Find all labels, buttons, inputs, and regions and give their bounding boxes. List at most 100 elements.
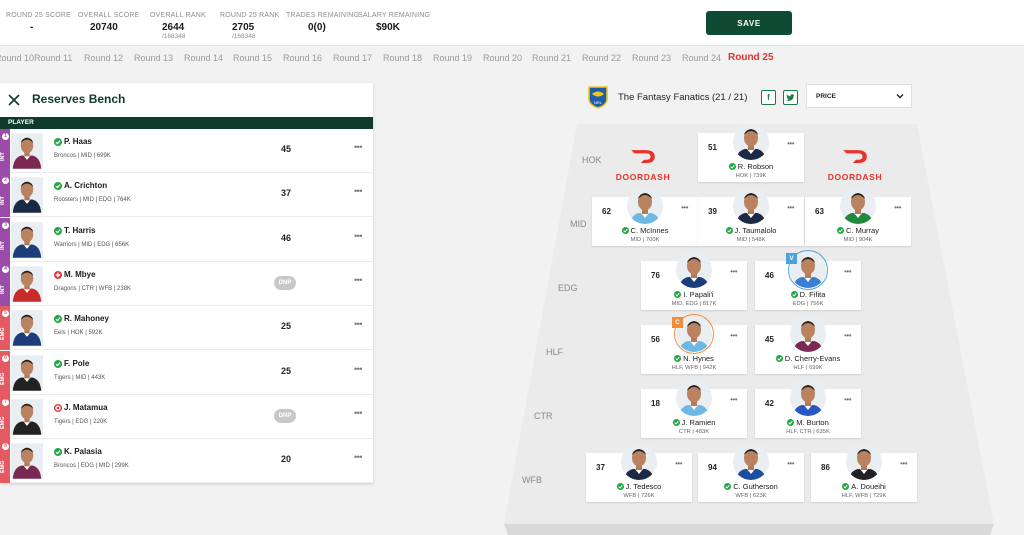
position-label: WFB (522, 475, 542, 485)
more-options-icon[interactable]: ••• (730, 267, 737, 276)
player-name-row: A. Doueihi (811, 482, 917, 491)
player-photo-image (11, 443, 43, 479)
check-circle-icon (672, 419, 680, 426)
more-options-icon[interactable]: ••• (354, 231, 362, 241)
more-options-icon[interactable]: ••• (844, 267, 851, 276)
round-tab[interactable]: Round 24 (682, 53, 721, 63)
more-options-icon[interactable]: ••• (787, 139, 794, 148)
round-tab[interactable]: Round 12 (84, 53, 123, 63)
player-name[interactable]: K. Palasia (64, 447, 102, 456)
stat-sub: /168348 (232, 33, 256, 40)
more-options-icon[interactable]: ••• (730, 395, 737, 404)
round-tab[interactable]: Round 18 (383, 53, 422, 63)
more-options-icon[interactable]: ••• (354, 186, 362, 196)
more-options-icon[interactable]: ••• (354, 142, 362, 152)
more-options-icon[interactable]: ••• (730, 331, 737, 340)
player-name-row: D. Cherry-Evans (755, 354, 861, 363)
twitter-share-button[interactable] (783, 90, 798, 105)
more-options-icon[interactable]: ••• (354, 364, 362, 374)
round-tab[interactable]: Round 19 (433, 53, 472, 63)
more-options-icon[interactable]: ••• (787, 459, 794, 468)
player-name[interactable]: C. Murray (846, 226, 879, 235)
player-name[interactable]: J. Matamua (64, 403, 108, 412)
player-name-row: C. Gutherson (698, 482, 804, 491)
round-tab[interactable]: Round 17 (333, 53, 372, 63)
round-tab[interactable]: Round 16 (283, 53, 322, 63)
stat-label: ROUND 25 SCORE (6, 12, 72, 19)
more-options-icon[interactable]: ••• (787, 203, 794, 212)
player-name[interactable]: J. Tedesco (626, 482, 662, 491)
player-photo (11, 308, 43, 348)
more-options-icon[interactable]: ••• (900, 459, 907, 468)
player-name[interactable]: P. Haas (64, 137, 92, 146)
round-tab[interactable]: Round 14 (184, 53, 223, 63)
slot-number: 7 (2, 398, 9, 406)
sort-select[interactable]: PRICE (806, 84, 912, 108)
player-name[interactable]: J. Ramien (682, 418, 716, 427)
more-options-icon[interactable]: ••• (354, 319, 362, 329)
round-tab[interactable]: Round 23 (632, 53, 671, 63)
round-tab[interactable]: Round 22 (582, 53, 621, 63)
more-options-icon[interactable]: ••• (894, 203, 901, 212)
player-name[interactable]: M. Mbye (64, 270, 96, 279)
round-tab[interactable]: Round 20 (483, 53, 522, 63)
bench-row[interactable]: 4 INT M. Mbye Dragons | CTR | WFB | 238K DNP… (0, 261, 373, 306)
player-score: 37 (596, 463, 605, 472)
round-tab[interactable]: Round 13 (134, 53, 173, 63)
more-options-icon[interactable]: ••• (354, 275, 362, 285)
bench-row[interactable]: 5 EMG R. Mahoney Eels | HOK | 592K 25 ••• (0, 306, 373, 351)
player-name[interactable]: F. Pole (64, 359, 89, 368)
player-name[interactable]: M. Burton (796, 418, 829, 427)
bench-row[interactable]: 2 INT A. Crichton Roosters | MID | EDG | 76… (0, 173, 373, 218)
player-name[interactable]: N. Hynes (683, 354, 714, 363)
check-circle-icon (725, 227, 733, 234)
player-name[interactable]: A. Doueihi (851, 482, 886, 491)
save-button[interactable]: SAVE (706, 11, 792, 35)
bench-header: Reserves Bench (0, 83, 373, 117)
player-score: 42 (765, 399, 774, 408)
stat-value: 20740 (90, 22, 118, 33)
slot-badge: 2 INT (0, 173, 10, 218)
bench-row[interactable]: 1 INT P. Haas Broncos | MID | 699K 45 ••• (0, 129, 373, 173)
slot-position: INT (0, 241, 6, 251)
more-options-icon[interactable]: ••• (844, 395, 851, 404)
more-options-icon[interactable]: ••• (681, 203, 688, 212)
player-name[interactable]: D. Cherry-Evans (785, 354, 840, 363)
player-name[interactable]: T. Harris (64, 226, 96, 235)
check-circle-icon (728, 163, 736, 170)
sort-value: PRICE (816, 93, 836, 100)
player-name[interactable]: R. Mahoney (64, 314, 109, 323)
close-icon[interactable] (7, 93, 21, 107)
bench-row[interactable]: 8 EMG K. Palasia Broncos | EDG | MID | 299K… (0, 439, 373, 484)
slot-position: INT (0, 152, 6, 162)
bench-row[interactable]: 7 EMG J. Matamua Tigers | EDG | 220K DNP ••• (0, 394, 373, 439)
bench-row[interactable]: 3 INT T. Harris Warriors | MID | EDG | 656K… (0, 217, 373, 262)
player-name[interactable]: D. Fifita (800, 290, 826, 299)
player-avatar-image (790, 380, 826, 416)
more-options-icon[interactable]: ••• (675, 459, 682, 468)
slot-position: EMG (0, 327, 6, 341)
player-photo-image (11, 266, 43, 302)
bench-row[interactable]: 6 EMG F. Pole Tigers | MID | 443K 25 ••• (0, 350, 373, 395)
player-name[interactable]: J. Taumalolo (735, 226, 777, 235)
player-name[interactable]: C. McInnes (631, 226, 669, 235)
round-tab[interactable]: Round 10 (0, 53, 34, 63)
round-tab[interactable]: Round 25 (728, 52, 774, 63)
round-tab[interactable]: Round 15 (233, 53, 272, 63)
player-name[interactable]: A. Crichton (64, 181, 107, 190)
player-score: 39 (708, 207, 717, 216)
stat-overall-rank: OVERALL RANK 2644 /168348 (150, 12, 206, 40)
player-name[interactable]: C. Gutherson (733, 482, 778, 491)
more-options-icon[interactable]: ••• (354, 408, 362, 418)
player-photo-image (11, 177, 43, 214)
more-options-icon[interactable]: ••• (354, 452, 362, 462)
player-name[interactable]: R. Robson (738, 162, 773, 171)
player-meta: EDG | 756K (792, 301, 824, 307)
more-options-icon[interactable]: ••• (844, 331, 851, 340)
player-name[interactable]: I. Papali'i (683, 290, 713, 299)
player-meta: Warriors | MID | EDG | 656K (54, 241, 130, 248)
slot-badge: 8 EMG (0, 439, 10, 484)
facebook-share-button[interactable]: f (761, 90, 776, 105)
round-tab[interactable]: Round 21 (532, 53, 571, 63)
round-tab[interactable]: Round 11 (34, 53, 72, 63)
